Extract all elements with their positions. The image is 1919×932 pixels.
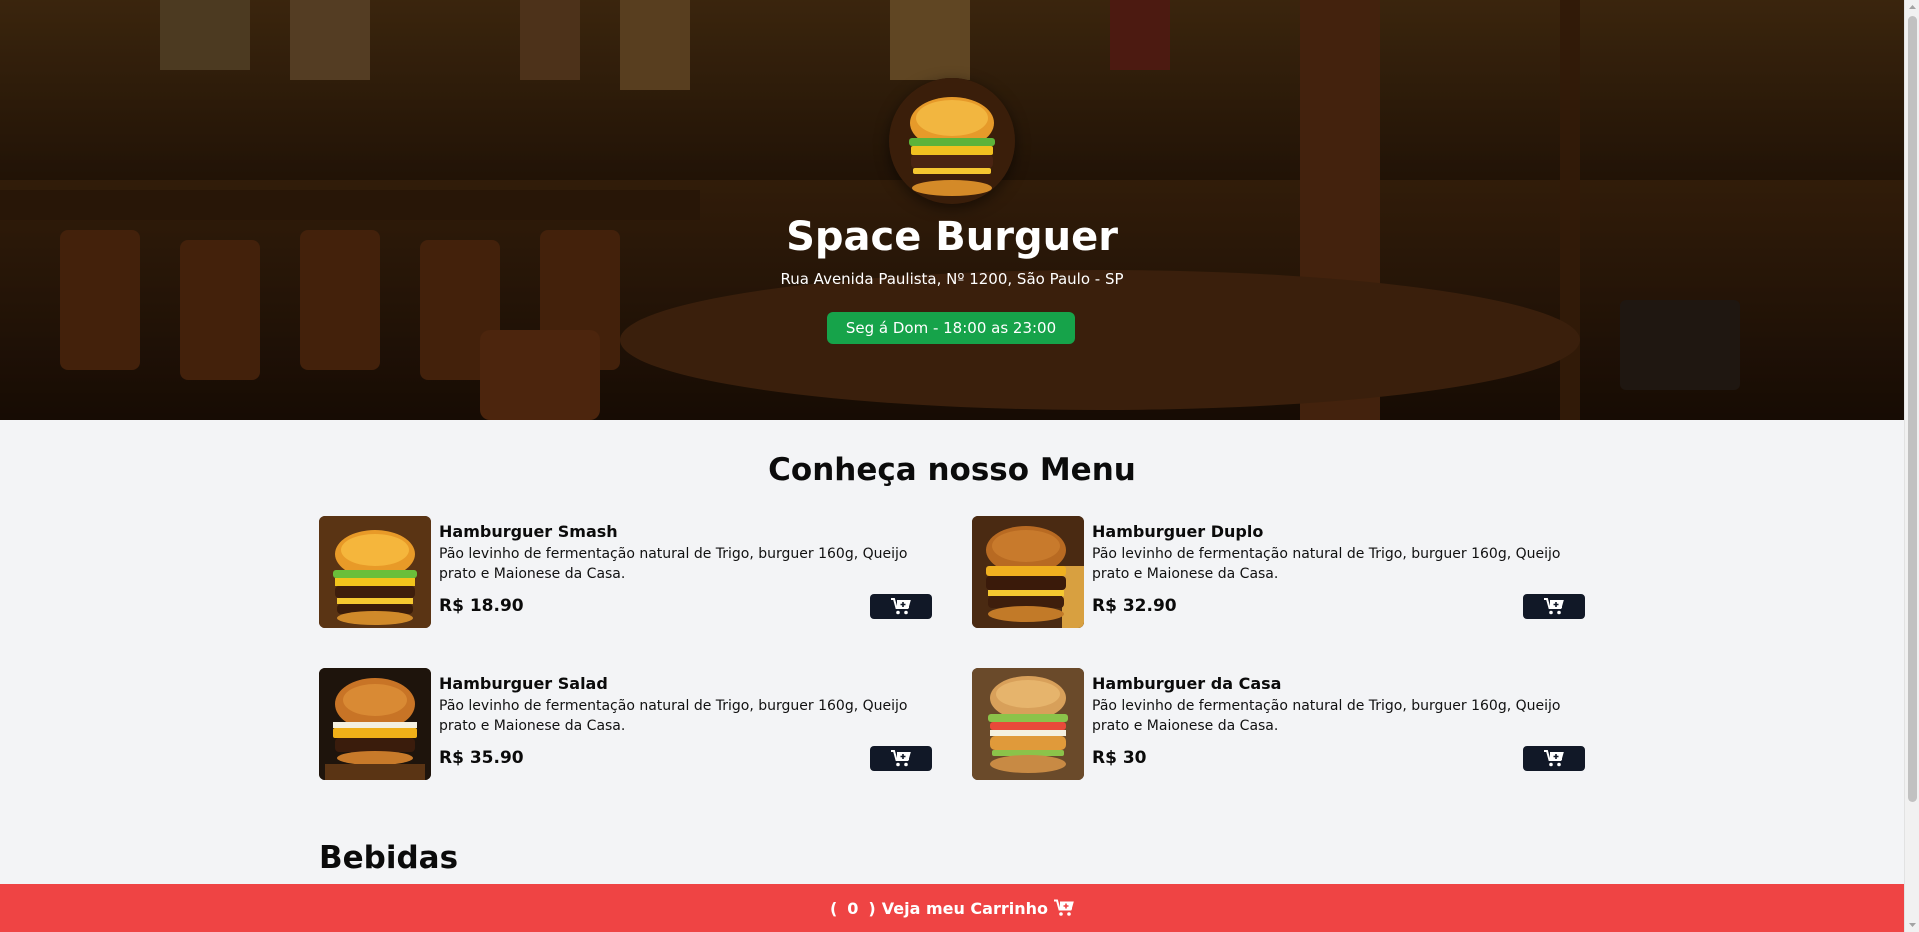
view-cart-button[interactable]: ( 0 ) Veja meu Carrinho	[0, 884, 1904, 932]
add-to-cart-button[interactable]	[1523, 594, 1585, 619]
view-cart-label: Veja meu Carrinho	[881, 898, 1049, 918]
menu-item-description: Pão levinho de fermentação natural de Tr…	[1092, 546, 1561, 582]
menu-item-name: Hamburguer Salad	[439, 674, 608, 693]
menu-item-image	[319, 668, 431, 780]
drinks-section-title: Bebidas	[319, 840, 459, 876]
cart-plus-icon	[891, 750, 911, 767]
opening-hours-badge: Seg á Dom - 18:00 as 23:00	[827, 312, 1075, 344]
menu-item-card: Hamburguer Smash Pão levinho de fermenta…	[319, 516, 932, 628]
menu-item-image	[972, 668, 1084, 780]
cart-plus-icon	[1544, 598, 1564, 615]
add-to-cart-button[interactable]	[1523, 746, 1585, 771]
menu-item-card: Hamburguer da Casa Pão levinho de fermen…	[972, 668, 1585, 780]
menu-item-price: R$ 35.90	[439, 748, 524, 768]
cart-plus-icon	[891, 598, 911, 615]
menu-item-description: Pão levinho de fermentação natural de Tr…	[439, 698, 908, 734]
menu-item-price: R$ 32.90	[1092, 596, 1177, 616]
add-to-cart-button[interactable]	[870, 746, 932, 771]
scroll-up-arrow-icon[interactable]	[1908, 3, 1917, 12]
menu-item-card: Hamburguer Duplo Pão levinho de fermenta…	[972, 516, 1585, 628]
scroll-down-arrow-icon[interactable]	[1908, 920, 1917, 929]
menu-item-description: Pão levinho de fermentação natural de Tr…	[439, 546, 908, 582]
menu-item-price: R$ 30	[1092, 748, 1147, 768]
hero-content: Space Burguer Rua Avenida Paulista, Nº 1…	[0, 0, 1904, 420]
menu-title: Conheça nosso Menu	[768, 452, 1136, 488]
shopping-cart-icon	[1054, 899, 1074, 916]
restaurant-logo	[889, 78, 1015, 204]
restaurant-name: Space Burguer	[786, 214, 1118, 260]
cart-plus-icon	[1544, 750, 1564, 767]
restaurant-address: Rua Avenida Paulista, Nº 1200, São Paulo…	[780, 270, 1124, 288]
menu-item-name: Hamburguer Duplo	[1092, 522, 1264, 541]
menu-item-description: Pão levinho de fermentação natural de Tr…	[1092, 698, 1561, 734]
page: Space Burguer Rua Avenida Paulista, Nº 1…	[0, 0, 1904, 932]
menu-item-card: Hamburguer Salad Pão levinho de fermenta…	[319, 668, 932, 780]
scrollbar-thumb[interactable]	[1908, 16, 1917, 802]
vertical-scrollbar[interactable]	[1904, 0, 1919, 932]
cart-close-paren: )	[868, 898, 876, 918]
menu-item-name: Hamburguer Smash	[439, 522, 618, 541]
burger-logo-image	[889, 78, 1015, 204]
cart-open-paren: (	[829, 898, 838, 918]
add-to-cart-button[interactable]	[870, 594, 932, 619]
menu-item-name: Hamburguer da Casa	[1092, 674, 1282, 693]
menu-item-image	[319, 516, 431, 628]
hero-header: Space Burguer Rua Avenida Paulista, Nº 1…	[0, 0, 1904, 420]
menu-item-price: R$ 18.90	[439, 596, 524, 616]
menu-item-image	[972, 516, 1084, 628]
cart-count: 0	[847, 898, 859, 918]
